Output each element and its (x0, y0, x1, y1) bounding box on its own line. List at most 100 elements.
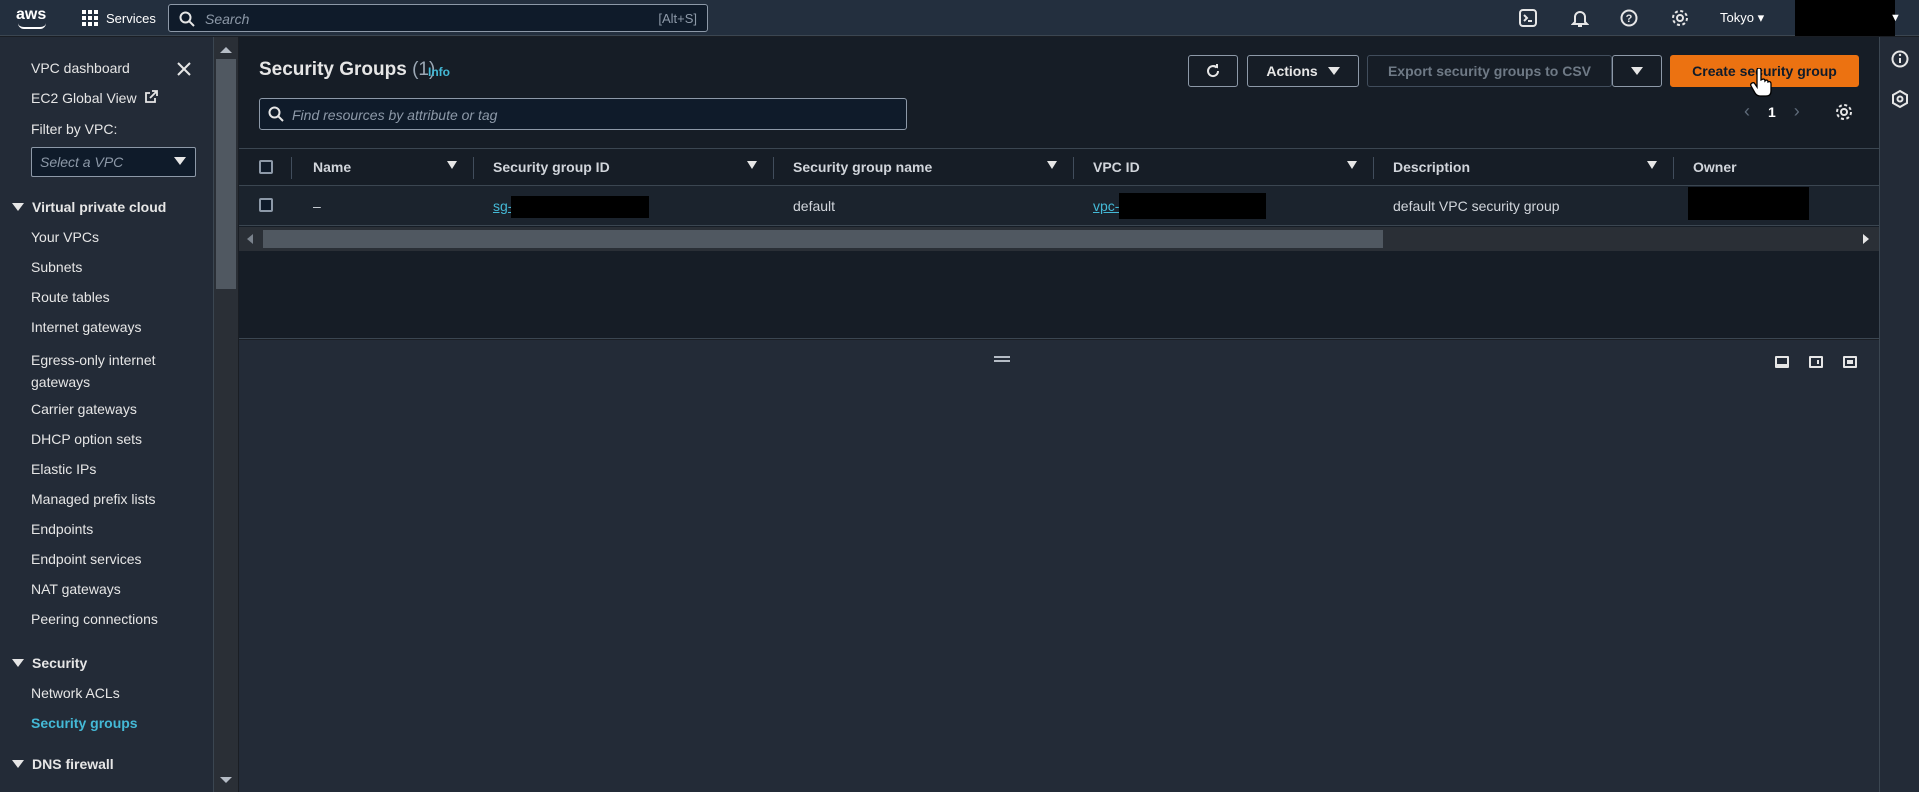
split-panel-side-icon[interactable] (1809, 356, 1823, 368)
sort-icon[interactable] (447, 161, 457, 169)
section-virtual-private-cloud[interactable]: Virtual private cloud (12, 199, 166, 215)
horizontal-scrollbar[interactable] (239, 227, 1879, 251)
column-header-security-group-name[interactable]: Security group name (793, 159, 932, 175)
previous-page-icon[interactable]: ‹ (1744, 101, 1750, 122)
section-title: Virtual private cloud (32, 199, 167, 215)
scroll-up-arrow-icon[interactable] (220, 47, 232, 53)
sidebar-scrollbar[interactable] (214, 37, 238, 792)
cell-security-group-id-link[interactable]: sg- (493, 198, 512, 214)
row-select-checkbox[interactable] (259, 198, 273, 212)
hexagon-tool-icon[interactable] (1890, 89, 1910, 109)
hand-pointer-cursor-icon (1750, 68, 1772, 97)
sidebar-item-security-groups[interactable]: Security groups (31, 715, 138, 731)
column-divider[interactable] (773, 157, 774, 179)
top-navigation-bar: aws Services Search [Alt+S] ? Tokyo ▾ ▼ (0, 0, 1919, 36)
sidebar-item-managed-prefix-lists[interactable]: Managed prefix lists (31, 491, 156, 507)
column-divider[interactable] (1073, 157, 1074, 179)
section-dns-firewall[interactable]: DNS firewall (12, 756, 114, 772)
column-header-security-group-id[interactable]: Security group ID (493, 159, 610, 175)
sort-icon[interactable] (1047, 161, 1057, 169)
aws-logo[interactable]: aws (16, 6, 50, 30)
account-chevron-down-icon[interactable]: ▼ (1890, 12, 1901, 24)
sort-icon[interactable] (747, 161, 757, 169)
collapse-caret-icon (12, 659, 24, 667)
sidebar-item-egress-only-internet-gateways[interactable]: Egress-only internet gateways (31, 349, 181, 393)
section-title: Security (32, 655, 88, 671)
svg-text:?: ? (1626, 13, 1633, 25)
current-page[interactable]: 1 (1768, 104, 1776, 120)
info-panel-icon[interactable] (1890, 49, 1910, 69)
export-csv-button[interactable]: Export security groups to CSV (1367, 55, 1612, 87)
vpc-filter-select[interactable]: Select a VPC (31, 147, 196, 177)
caret-down-icon (1631, 67, 1643, 75)
sort-icon[interactable] (1647, 161, 1657, 169)
table-preferences-gear-icon[interactable] (1835, 103, 1853, 121)
resize-handle-icon[interactable] (994, 356, 1010, 362)
sidebar-item-endpoint-services[interactable]: Endpoint services (31, 551, 142, 567)
pagination: ‹ 1 › (1744, 101, 1800, 122)
column-divider[interactable] (1373, 157, 1374, 179)
scroll-right-arrow-icon[interactable] (1863, 234, 1869, 244)
scroll-down-arrow-icon[interactable] (220, 777, 232, 783)
security-groups-panel: Security Groups (1) Info Actions Export … (239, 37, 1879, 339)
sidebar-item-endpoints[interactable]: Endpoints (31, 521, 93, 537)
close-icon[interactable] (176, 61, 192, 77)
sidebar-item-vpc-dashboard[interactable]: VPC dashboard (31, 60, 130, 76)
sidebar-item-dhcp-option-sets[interactable]: DHCP option sets (31, 431, 142, 447)
column-divider[interactable] (473, 157, 474, 179)
sidebar-item-network-acls[interactable]: Network ACLs (31, 685, 120, 701)
sidebar-navigation: VPC dashboard EC2 Global View Filter by … (0, 37, 214, 792)
split-panel-bottom-icon[interactable] (1775, 356, 1789, 368)
search-placeholder: Search (205, 11, 250, 27)
section-security[interactable]: Security (12, 655, 87, 671)
resource-filter-input[interactable]: Find resources by attribute or tag (259, 98, 907, 130)
column-header-owner[interactable]: Owner (1693, 159, 1737, 175)
table-row[interactable]: – sg- default vpc- default VPC security … (239, 186, 1879, 226)
export-options-dropdown[interactable] (1612, 55, 1662, 87)
table-header: Name Security group ID Security group na… (239, 148, 1879, 186)
global-search-input[interactable]: Search [Alt+S] (168, 4, 708, 32)
refresh-button[interactable] (1188, 55, 1238, 87)
cell-security-group-name: default (793, 198, 836, 214)
notifications-icon[interactable] (1570, 8, 1590, 28)
cell-name[interactable]: – (313, 198, 321, 214)
sidebar-item-route-tables[interactable]: Route tables (31, 289, 110, 305)
sidebar-item-carrier-gateways[interactable]: Carrier gateways (31, 401, 137, 417)
next-page-icon[interactable]: › (1794, 101, 1800, 122)
sidebar-item-your-vpcs[interactable]: Your VPCs (31, 229, 99, 245)
region-selector[interactable]: Tokyo ▾ (1720, 10, 1764, 26)
column-divider[interactable] (1673, 157, 1674, 179)
sort-icon[interactable] (1347, 161, 1357, 169)
column-divider (291, 157, 292, 179)
split-panel-full-icon[interactable] (1843, 356, 1857, 368)
sidebar-item-ec2-global-view[interactable]: EC2 Global View (31, 90, 159, 106)
sidebar-item-internet-gateways[interactable]: Internet gateways (31, 319, 142, 335)
redacted-security-group-id (511, 196, 649, 218)
redacted-vpc-id (1119, 193, 1266, 219)
sidebar-item-elastic-ips[interactable]: Elastic IPs (31, 461, 96, 477)
sidebar-item-nat-gateways[interactable]: NAT gateways (31, 581, 121, 597)
account-menu-redacted[interactable] (1795, 0, 1895, 36)
refresh-icon (1207, 64, 1220, 78)
column-header-description[interactable]: Description (1393, 159, 1470, 175)
scroll-left-arrow-icon[interactable] (247, 234, 253, 244)
cloudshell-icon[interactable] (1518, 8, 1538, 28)
search-icon (268, 106, 284, 122)
help-icon[interactable]: ? (1619, 8, 1639, 28)
sidebar-item-subnets[interactable]: Subnets (31, 259, 82, 275)
column-header-vpc-id[interactable]: VPC ID (1093, 159, 1140, 175)
actions-button[interactable]: Actions (1247, 55, 1359, 87)
cell-vpc-id-link[interactable]: vpc- (1093, 198, 1119, 214)
services-menu-button[interactable]: Services (82, 9, 156, 27)
region-label: Tokyo (1720, 10, 1754, 25)
details-split-panel (239, 340, 1879, 792)
column-header-name[interactable]: Name (313, 159, 351, 175)
search-shortcut: [Alt+S] (658, 11, 697, 26)
settings-icon[interactable] (1670, 8, 1690, 28)
info-link[interactable]: Info (428, 65, 450, 79)
scrollbar-thumb[interactable] (216, 59, 236, 289)
horizontal-scrollbar-thumb[interactable] (263, 230, 1383, 248)
dropdown-caret-icon (174, 157, 186, 165)
sidebar-item-peering-connections[interactable]: Peering connections (31, 611, 158, 627)
select-all-checkbox[interactable] (259, 160, 273, 174)
